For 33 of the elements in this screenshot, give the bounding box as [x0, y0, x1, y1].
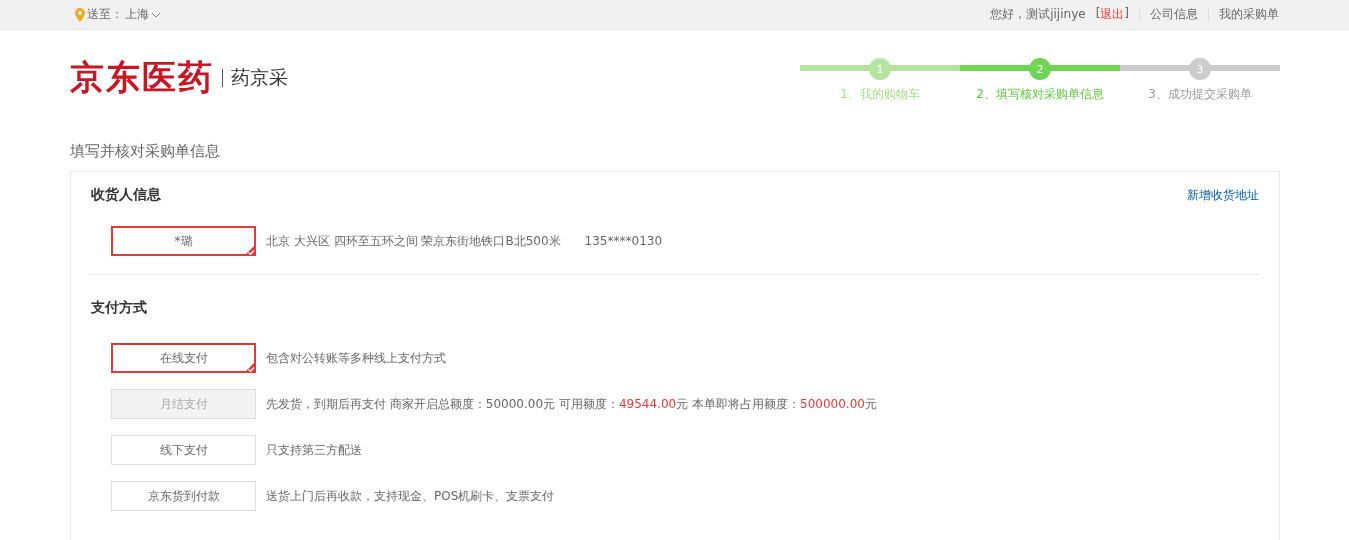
section-heading: 收货人信息: [91, 186, 161, 204]
consignee-button[interactable]: *璐: [111, 226, 256, 256]
payment-option[interactable]: 线下支付: [111, 435, 256, 465]
sub-logo: 药京采: [231, 65, 288, 90]
payment-description: 送货上门后再收款，支持现金、POS机刷卡、支票支付: [266, 487, 555, 505]
bracket: [: [1095, 6, 1101, 22]
location-label: 送至：: [87, 6, 123, 23]
logo: 京东医药: [70, 56, 214, 99]
page-title: 填写并核对采购单信息: [69, 141, 221, 162]
step-label: 3、成功提交采购单: [1148, 86, 1252, 103]
step-number: 2: [1029, 58, 1051, 80]
location-pin-icon: [75, 7, 85, 22]
bracket: ]: [1124, 6, 1129, 22]
step-label: 2、填写核对采购单信息: [976, 86, 1104, 103]
payment-description: 只支持第三方配送: [266, 441, 362, 459]
address-text: 北京 大兴区 四环至五环之间 荣京东街地铁口B北500米: [266, 232, 561, 250]
logout-link[interactable]: 退出: [1100, 6, 1125, 23]
checkmark-icon: [244, 361, 256, 373]
payment-description: 先发货，到期后再支付 商家开启总额度：50000.00元 可用额度：49544.00元 本单即将占用额度：500000.00元: [266, 395, 877, 413]
add-address-link[interactable]: 新增收货地址: [1187, 186, 1259, 204]
step-number: 1: [869, 58, 891, 80]
top-nav-link[interactable]: 公司信息: [1150, 6, 1198, 23]
payment-option[interactable]: 在线支付: [111, 343, 256, 373]
payment-description: 包含对公转账等多种线上支付方式: [266, 349, 446, 367]
step-label: 1、我的购物车: [840, 86, 920, 103]
chevron-down-icon[interactable]: [151, 11, 161, 18]
checkmark-icon: [244, 244, 256, 256]
section-heading: 支付方式: [91, 299, 147, 317]
payment-option[interactable]: 京东货到付款: [111, 481, 256, 511]
top-nav-link[interactable]: 我的采购单: [1219, 6, 1279, 23]
greeting-text: 您好，测试jijinye: [990, 6, 1086, 23]
location-selector[interactable]: 上海: [125, 6, 149, 23]
phone-text: 135****0130: [584, 234, 663, 248]
